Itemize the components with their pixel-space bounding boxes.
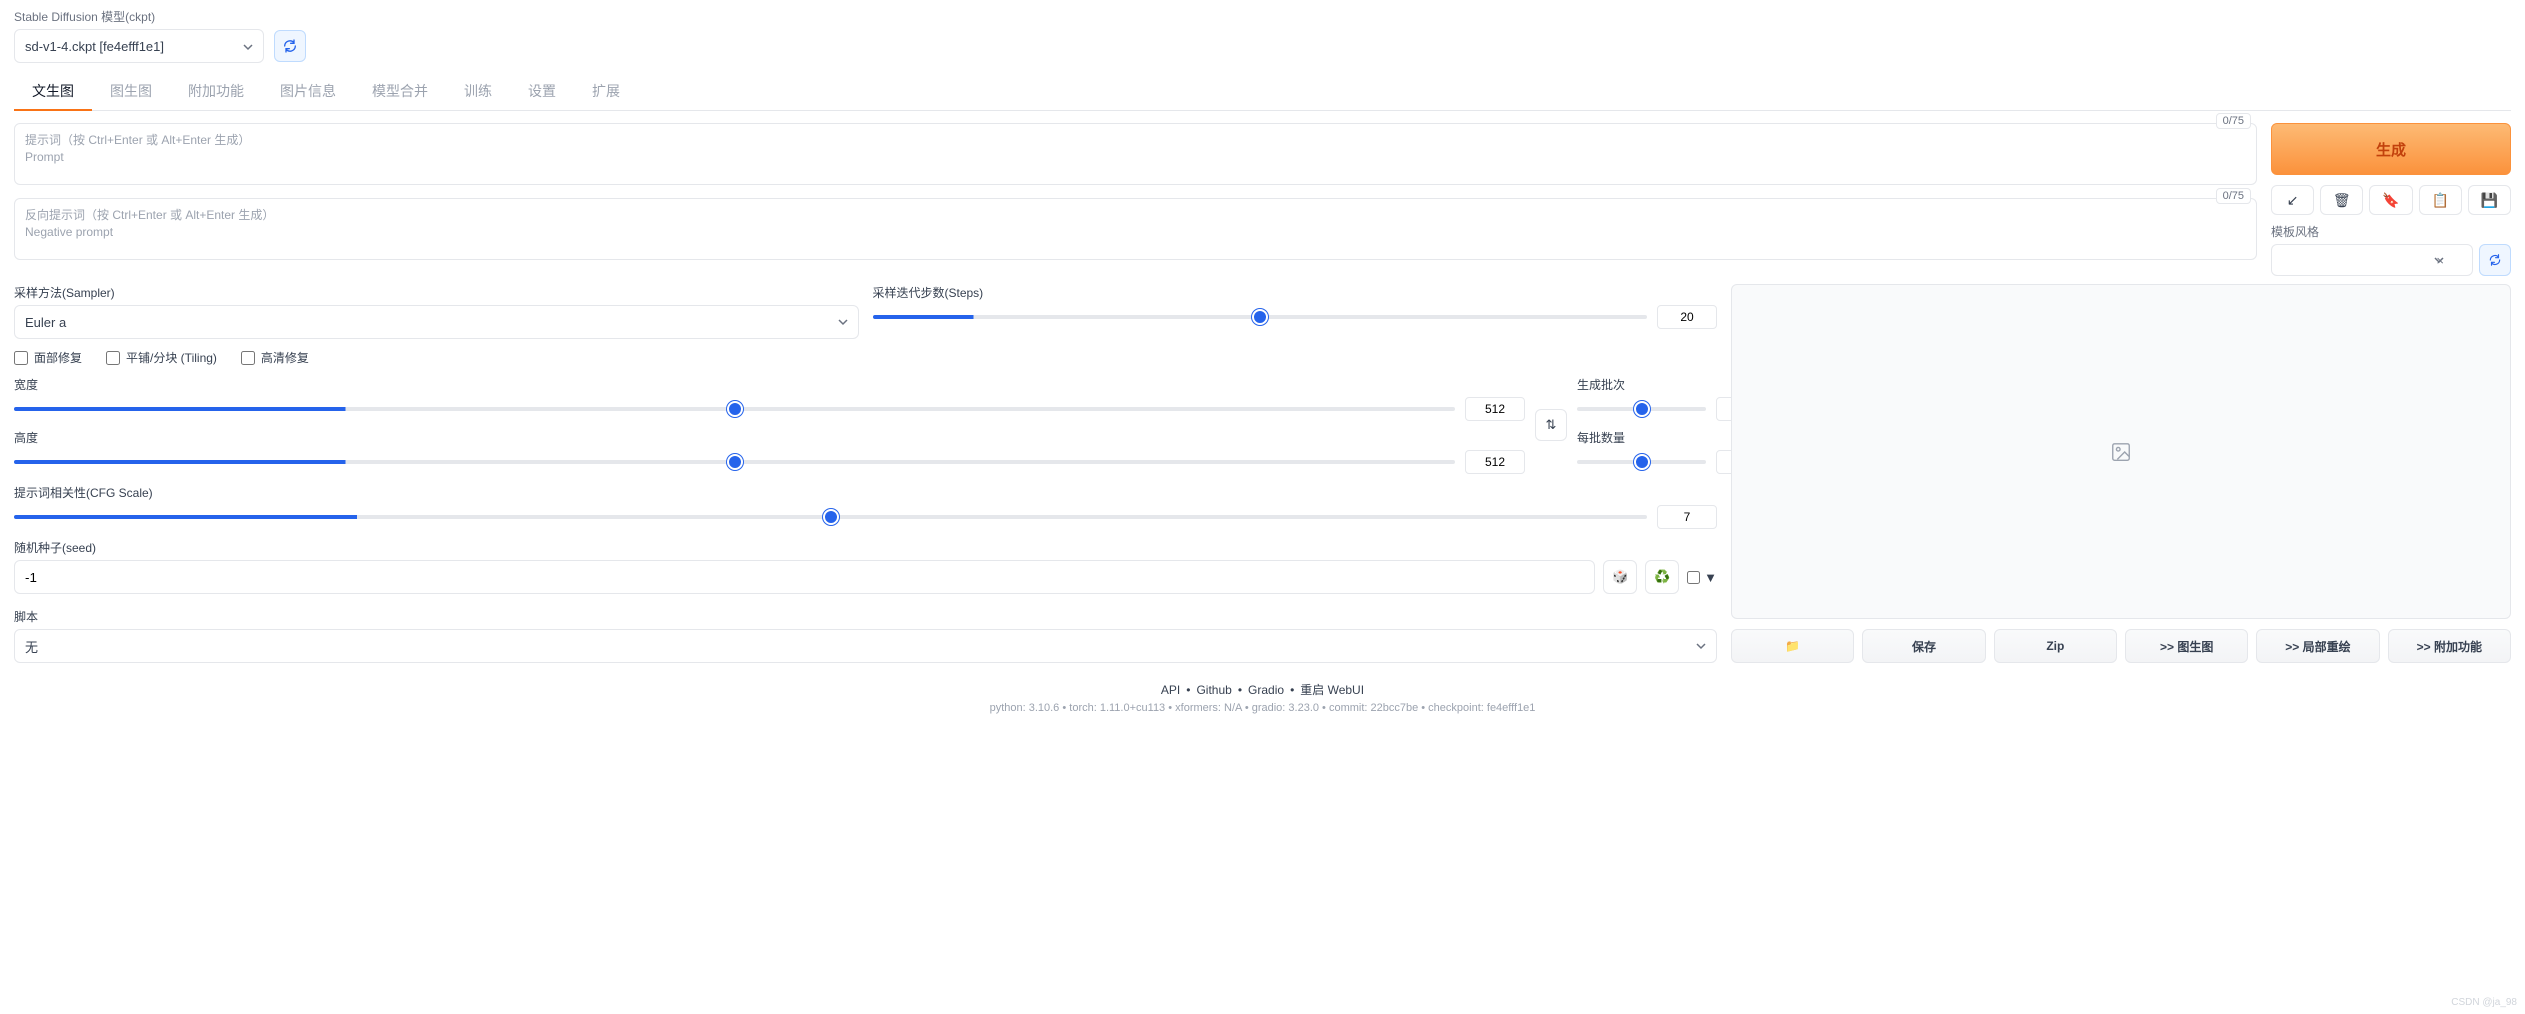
random-seed-button[interactable]: 🎲 — [1603, 560, 1637, 594]
sampler-label: 采样方法(Sampler) — [14, 284, 859, 301]
watermark: CSDN @ja_98 — [2451, 997, 2517, 1008]
tab-3[interactable]: 图片信息 — [262, 73, 354, 110]
image-placeholder-icon — [2110, 441, 2132, 463]
prompt-input[interactable] — [14, 123, 2257, 185]
seed-input[interactable] — [14, 560, 1595, 594]
footer-link[interactable]: Github — [1196, 683, 1231, 697]
chevron-down-icon — [1696, 639, 1706, 654]
chevron-down-icon — [243, 40, 253, 55]
tab-5[interactable]: 训练 — [446, 73, 510, 110]
steps-label: 采样迭代步数(Steps) — [873, 284, 1718, 301]
model-label: Stable Diffusion 模型(ckpt) — [14, 8, 2511, 25]
prompt-counter: 0/75 — [2216, 113, 2251, 129]
tab-2[interactable]: 附加功能 — [170, 73, 262, 110]
clear-prompt-button[interactable]: 🗑 — [2320, 185, 2363, 215]
send-inpaint-button[interactable]: >> 局部重绘 — [2256, 629, 2379, 663]
cfg-label: 提示词相关性(CFG Scale) — [14, 484, 1717, 501]
width-label: 宽度 — [14, 376, 1525, 393]
tab-7[interactable]: 扩展 — [574, 73, 638, 110]
batch-size-slider[interactable] — [1577, 460, 1706, 464]
zip-button[interactable]: Zip — [1994, 629, 2117, 663]
generate-button[interactable]: 生成 — [2271, 123, 2511, 175]
tab-1[interactable]: 图生图 — [92, 73, 170, 110]
style-label: 模板风格 — [2271, 223, 2511, 240]
save-style-button[interactable]: 💾 — [2468, 185, 2511, 215]
batch-count-slider[interactable] — [1577, 407, 1706, 411]
script-value: 无 — [25, 637, 38, 656]
width-input[interactable] — [1465, 397, 1525, 421]
refresh-styles-button[interactable] — [2479, 244, 2511, 276]
send-extras-button[interactable]: >> 附加功能 — [2388, 629, 2511, 663]
chevron-down-icon — [838, 315, 848, 330]
footer-link[interactable]: Gradio — [1248, 683, 1284, 697]
height-label: 高度 — [14, 429, 1525, 446]
hires-check[interactable]: 高清修复 — [241, 349, 309, 366]
tab-0[interactable]: 文生图 — [14, 73, 92, 111]
refresh-model-button[interactable] — [274, 30, 306, 62]
tab-6[interactable]: 设置 — [510, 73, 574, 110]
batch-count-label: 生成批次 — [1577, 376, 1717, 393]
open-folder-button[interactable]: 📁 — [1731, 629, 1854, 663]
footer-link[interactable]: API — [1161, 683, 1180, 697]
steps-slider[interactable] — [873, 315, 1648, 319]
footer-link[interactable]: 重启 WebUI — [1300, 683, 1364, 697]
output-preview — [1731, 284, 2511, 619]
clear-style-icon[interactable]: × — [2436, 253, 2444, 268]
interrogate-button[interactable]: ↙ — [2271, 185, 2314, 215]
model-value: sd-v1-4.ckpt [fe4efff1e1] — [25, 39, 164, 54]
styles-button[interactable]: 🔖 — [2369, 185, 2412, 215]
steps-input[interactable] — [1657, 305, 1717, 329]
width-slider[interactable] — [14, 407, 1455, 411]
negative-prompt-input[interactable] — [14, 198, 2257, 260]
tab-4[interactable]: 模型合并 — [354, 73, 446, 110]
style-select[interactable]: × — [2271, 244, 2473, 276]
sampler-value: Euler a — [25, 315, 66, 330]
sampler-select[interactable]: Euler a — [14, 305, 859, 339]
height-input[interactable] — [1465, 450, 1525, 474]
seed-label: 随机种子(seed) — [14, 539, 1717, 556]
footer: API•Github•Gradio•重启 WebUI python: 3.10.… — [14, 681, 2511, 714]
height-slider[interactable] — [14, 460, 1455, 464]
reuse-seed-button[interactable]: ♻️ — [1645, 560, 1679, 594]
batch-size-label: 每批数量 — [1577, 429, 1717, 446]
send-img2img-button[interactable]: >> 图生图 — [2125, 629, 2248, 663]
face-restore-check[interactable]: 面部修复 — [14, 349, 82, 366]
negative-prompt-counter: 0/75 — [2216, 188, 2251, 204]
seed-extra-check[interactable]: ▼ — [1687, 570, 1717, 585]
cfg-input[interactable] — [1657, 505, 1717, 529]
paste-button[interactable]: 📋 — [2419, 185, 2462, 215]
model-select[interactable]: sd-v1-4.ckpt [fe4efff1e1] — [14, 29, 264, 63]
script-select[interactable]: 无 — [14, 629, 1717, 663]
cfg-slider[interactable] — [14, 515, 1647, 519]
save-button[interactable]: 保存 — [1862, 629, 1985, 663]
tabs: 文生图图生图附加功能图片信息模型合并训练设置扩展 — [14, 73, 2511, 111]
swap-wh-button[interactable]: ⇅ — [1535, 409, 1567, 441]
script-label: 脚本 — [14, 608, 1717, 625]
tiling-check[interactable]: 平铺/分块 (Tiling) — [106, 349, 217, 366]
